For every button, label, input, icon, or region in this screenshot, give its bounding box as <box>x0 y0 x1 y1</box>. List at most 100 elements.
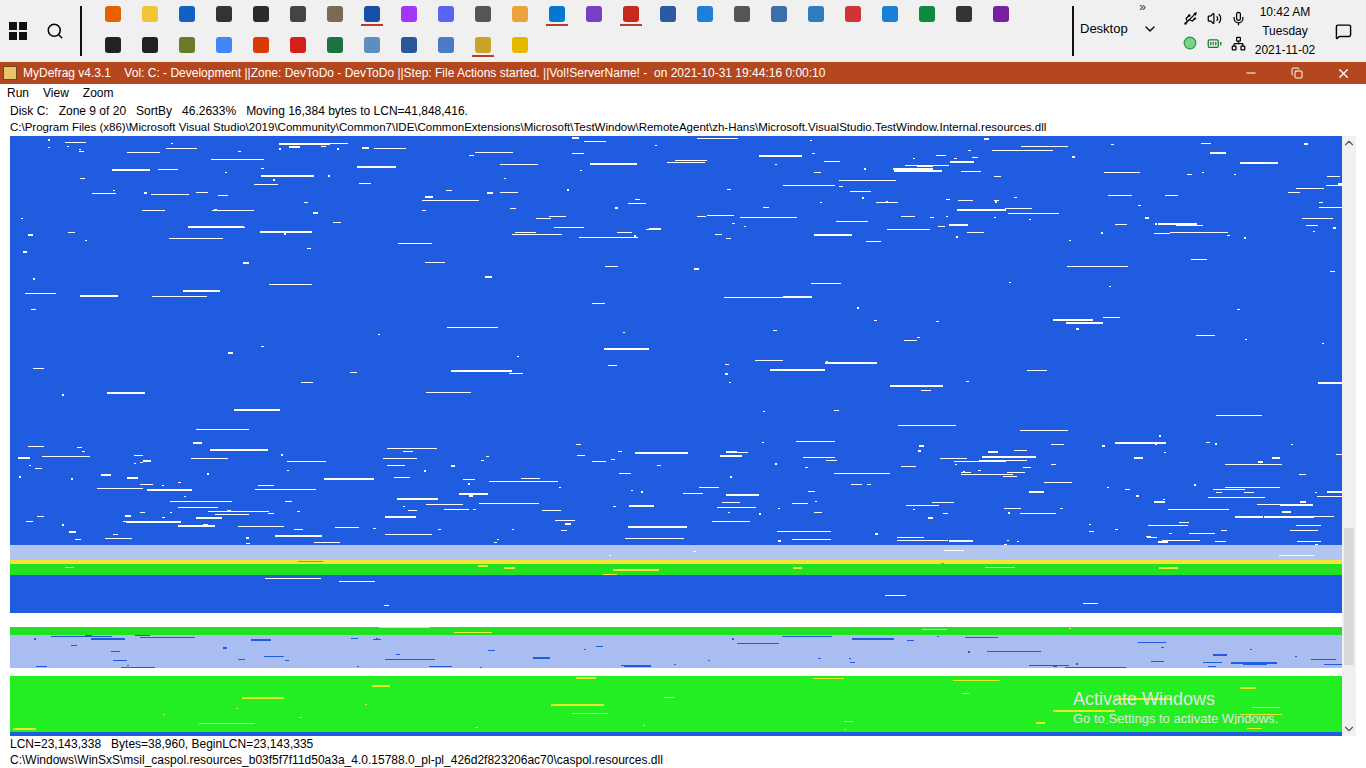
taskbar-app[interactable] <box>501 31 538 62</box>
running-indicator <box>250 55 272 57</box>
taskbar-app[interactable] <box>205 31 242 62</box>
app-icon <box>475 37 491 53</box>
taskbar-app[interactable] <box>908 0 945 31</box>
taskbar-app[interactable] <box>353 0 390 31</box>
app-icon <box>808 6 824 22</box>
taskbar-app[interactable] <box>612 0 649 31</box>
app-icon <box>327 6 343 22</box>
app-icon <box>401 6 417 22</box>
menu-item[interactable]: Run <box>7 84 29 102</box>
search-button[interactable] <box>36 0 74 62</box>
quick-launch <box>94 0 1019 62</box>
taskbar-app[interactable] <box>575 0 612 31</box>
usb-icon[interactable] <box>1183 11 1198 26</box>
current-path: C:\Program Files (x86)\Microsoft Visual … <box>0 119 1366 136</box>
taskbar-app[interactable] <box>871 0 908 31</box>
app-icon <box>438 6 454 22</box>
taskbar-app[interactable] <box>427 31 464 62</box>
taskbar-app[interactable] <box>834 0 871 31</box>
taskbar-app[interactable] <box>538 0 575 31</box>
app-icon <box>734 6 750 22</box>
taskbar-app[interactable] <box>649 0 686 31</box>
battery-icon[interactable] <box>1207 36 1222 51</box>
taskbar-app[interactable] <box>945 0 982 31</box>
app-icon <box>290 37 306 53</box>
taskbar-app[interactable] <box>797 0 834 31</box>
running-indicator <box>657 24 679 26</box>
running-indicator <box>102 55 124 57</box>
taskbar-app[interactable] <box>316 0 353 31</box>
taskbar-app[interactable] <box>242 31 279 62</box>
app-icon <box>3 66 17 80</box>
taskbar-app[interactable] <box>760 0 797 31</box>
taskbar-app[interactable] <box>205 0 242 31</box>
clock[interactable]: 10:42 AMTuesday2021-11-02 <box>1250 3 1320 60</box>
app-icon <box>771 6 787 22</box>
disk-map[interactable] <box>10 136 1342 736</box>
running-indicator <box>472 55 494 57</box>
taskbar-app[interactable] <box>131 31 168 62</box>
running-indicator <box>509 24 531 26</box>
taskbar-app[interactable] <box>242 0 279 31</box>
minimize-button[interactable] <box>1228 62 1274 84</box>
running-indicator <box>990 24 1012 26</box>
activation-watermark: Activate WindowsGo to Settings to activa… <box>1073 688 1278 727</box>
app-icon <box>993 6 1009 22</box>
notification-icon <box>1335 23 1352 40</box>
menu-item[interactable]: Zoom <box>83 84 114 102</box>
menu-item[interactable]: View <box>43 84 69 102</box>
taskbar-app[interactable] <box>353 31 390 62</box>
taskbar-app[interactable] <box>464 0 501 31</box>
taskbar-app[interactable] <box>279 0 316 31</box>
taskbar-app[interactable] <box>464 31 501 62</box>
app-icon <box>105 37 121 53</box>
system-tray <box>1178 11 1250 51</box>
taskbar-app[interactable] <box>168 31 205 62</box>
divider <box>74 6 88 56</box>
running-indicator <box>324 55 346 57</box>
taskbar-app[interactable] <box>427 0 464 31</box>
app-icon <box>512 37 528 53</box>
taskbar-app[interactable] <box>168 0 205 31</box>
chevron-down-icon[interactable] <box>1142 21 1158 37</box>
taskbar-app[interactable] <box>686 0 723 31</box>
start-button[interactable] <box>0 0 36 62</box>
taskbar-app[interactable] <box>501 0 538 31</box>
running-indicator <box>620 24 642 26</box>
taskbar-app[interactable] <box>390 0 427 31</box>
restore-button[interactable] <box>1274 62 1320 84</box>
map-band <box>10 613 1342 627</box>
desktop-toolbar[interactable]: »Desktop <box>1078 0 1178 62</box>
app-icon <box>216 37 232 53</box>
microphone-icon[interactable] <box>1231 11 1246 26</box>
scroll-down-icon[interactable] <box>1342 722 1356 736</box>
disk-map-area: Activate WindowsGo to Settings to activa… <box>0 136 1366 736</box>
scroll-up-icon[interactable] <box>1342 136 1356 150</box>
taskbar-app[interactable] <box>723 0 760 31</box>
taskbar-app[interactable] <box>94 31 131 62</box>
notifications-button[interactable] <box>1320 23 1366 40</box>
overflow-button[interactable]: » <box>1139 0 1146 14</box>
app-icon <box>142 37 158 53</box>
restore-icon <box>1291 67 1303 79</box>
screen: »Desktop10:42 AMTuesday2021-11-02MyDefra… <box>0 0 1366 768</box>
taskbar-app[interactable] <box>982 0 1019 31</box>
network-icon[interactable] <box>1231 36 1246 51</box>
map-band <box>10 564 1342 575</box>
taskbar-app[interactable] <box>94 0 131 31</box>
close-button[interactable] <box>1320 62 1366 84</box>
taskbar-app[interactable] <box>316 31 353 62</box>
map-band <box>10 545 1342 560</box>
speaker-icon[interactable] <box>1207 11 1222 26</box>
scroll-thumb[interactable] <box>1344 528 1354 665</box>
app-icon <box>327 37 343 53</box>
taskbar-app[interactable] <box>279 31 316 62</box>
taskbar-app[interactable] <box>390 31 427 62</box>
status-icon[interactable] <box>1183 36 1197 50</box>
running-indicator <box>361 24 383 26</box>
taskbar-app[interactable] <box>131 0 168 31</box>
app-icon <box>364 37 380 53</box>
status-field: Moving 16,384 bytes to LCN=41,848,416. <box>246 102 468 120</box>
scrollbar[interactable] <box>1342 136 1356 736</box>
running-indicator <box>250 24 272 26</box>
